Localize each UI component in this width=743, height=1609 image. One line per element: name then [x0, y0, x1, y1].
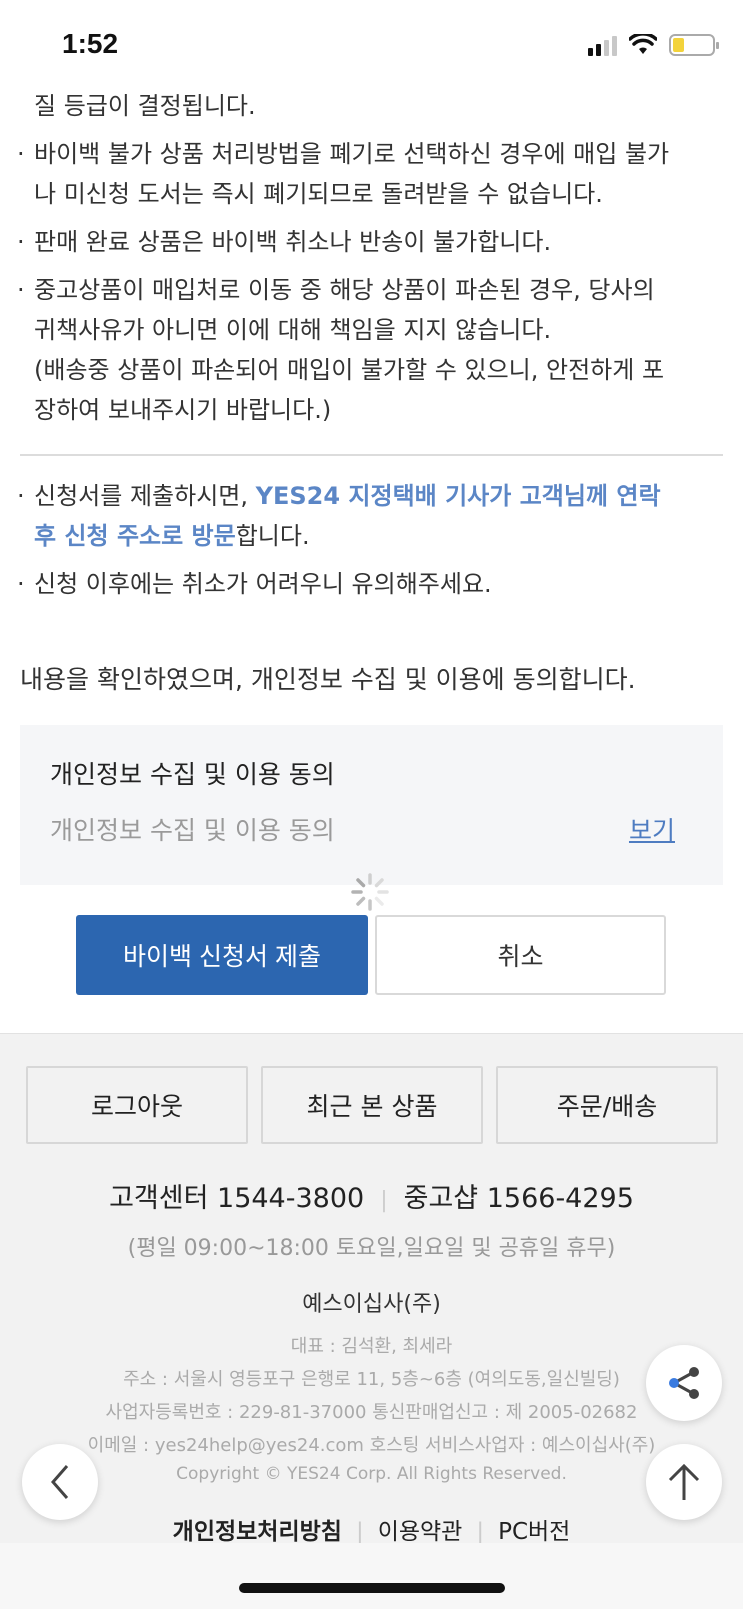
status-time: 1:52: [62, 28, 119, 59]
share-button[interactable]: [646, 1345, 722, 1421]
company-address: 주소 : 서울시 영등포구 은행로 11, 5층~6층 (여의도동,일신빌딩): [123, 1369, 620, 1390]
home-bar-area: [0, 1543, 743, 1609]
cancel-button[interactable]: 취소: [375, 915, 666, 995]
notice-text: 신청서를 제출하시면,: [34, 482, 256, 510]
business-hours: (평일 09:00~18:00 토요일,일요일 및 공휴일 휴무): [127, 1236, 616, 1261]
status-bar: 1:52: [0, 0, 743, 90]
business-number: 사업자등록번호 : 229-81-37000 통신판매업신고 : 제 2005-…: [105, 1402, 638, 1423]
notice-line: 후 신청 주소로 방문합니다.: [20, 516, 725, 556]
divider: [20, 454, 723, 456]
back-button[interactable]: [22, 1444, 98, 1520]
notice-line: 장하여 보내주시기 바랍니다.): [34, 396, 332, 424]
notice-line: 신청서를 제출하시면, YES24 지정택배 기사가 고객님께 연락: [17, 476, 725, 516]
agree-text: 내용을 확인하였으며, 개인정보 수집 및 이용에 동의합니다.: [20, 665, 636, 694]
notice-line: 중고상품이 매입처로 이동 중 해당 상품이 파손된 경우, 당사의: [17, 270, 725, 310]
contact-info: 고객센터 1544-3800 | 중고샵 1566-4295: [109, 1183, 634, 1214]
recent-products-button[interactable]: 최근 본 상품: [261, 1066, 483, 1144]
terms-link[interactable]: 이용약관: [378, 1519, 463, 1545]
privacy-policy-link[interactable]: 개인정보처리방침: [173, 1519, 342, 1545]
pc-version-link[interactable]: PC버전: [498, 1519, 570, 1545]
highlight-text: 후 신청 주소로 방문: [34, 522, 236, 550]
notice-line: 판매 완료 상품은 바이백 취소나 반송이 불가합니다.: [17, 222, 725, 262]
copyright: Copyright © YES24 Corp. All Rights Reser…: [176, 1464, 567, 1484]
status-icons: [588, 30, 719, 60]
submit-notice: 신청서를 제출하시면, YES24 지정택배 기사가 고객님께 연락 후 신청 …: [17, 476, 725, 604]
notice-line: 신청 이후에는 취소가 어려우니 유의해주세요.: [17, 564, 725, 604]
privacy-title: 개인정보 수집 및 이용 동의: [50, 760, 335, 789]
privacy-subtitle: 개인정보 수집 및 이용 동의: [50, 816, 335, 845]
logout-button[interactable]: 로그아웃: [26, 1066, 248, 1144]
footer: 로그아웃 최근 본 상품 주문/배송 고객센터 1544-3800 | 중고샵 15…: [0, 1033, 743, 1545]
customer-center[interactable]: 고객센터 1544-3800: [109, 1183, 364, 1214]
company-ceo: 대표 : 김석환, 최세라: [290, 1336, 453, 1357]
notice-list: 질 등급이 결정됩니다. 바이백 불가 상품 처리방법을 폐기로 선택하신 경우…: [17, 86, 725, 430]
highlight-text: YES24 지정택배 기사가 고객님께 연락: [255, 482, 661, 510]
notice-line: 나 미신청 도서는 즉시 폐기되므로 돌려받을 수 없습니다.: [34, 180, 603, 208]
loading-spinner-icon: [351, 873, 389, 911]
notice-line: (배송중 상품이 파손되어 매입이 불가할 수 있으니, 안전하게 포: [34, 356, 665, 384]
home-indicator[interactable]: [239, 1583, 505, 1593]
scroll-top-button[interactable]: [646, 1444, 722, 1520]
notice-text: 합니다.: [235, 522, 310, 550]
notice-line: 귀책사유가 아니면 이에 대해 책임을 지지 않습니다.: [34, 316, 552, 344]
share-icon: [669, 1367, 699, 1399]
submit-buyback-button[interactable]: 바이백 신청서 제출: [76, 915, 368, 995]
company-name: 예스이십사(주): [302, 1292, 441, 1317]
company-email: 이메일 : yes24help@yes24.com 호스팅 서비스사업자 : 예…: [87, 1435, 656, 1456]
footer-links: 개인정보처리방침 | 이용약관 | PC버전: [172, 1519, 571, 1545]
arrow-up-icon: [668, 1463, 700, 1500]
chevron-left-icon: [51, 1465, 69, 1499]
wifi-icon: [629, 34, 657, 54]
notice-line: 질 등급이 결정됩니다.: [34, 92, 256, 120]
used-shop-contact[interactable]: 중고샵 1566-4295: [404, 1183, 634, 1214]
view-privacy-link[interactable]: 보기: [629, 811, 675, 847]
battery-icon: [669, 34, 719, 56]
cellular-signal-icon: [588, 34, 617, 56]
notice-line: 바이백 불가 상품 처리방법을 폐기로 선택하신 경우에 매입 불가: [17, 134, 725, 174]
orders-button[interactable]: 주문/배송: [496, 1066, 718, 1144]
footer-buttons: 로그아웃 최근 본 상품 주문/배송: [26, 1066, 718, 1144]
privacy-consent-box: 개인정보 수집 및 이용 동의 개인정보 수집 및 이용 동의 보기: [20, 725, 723, 885]
